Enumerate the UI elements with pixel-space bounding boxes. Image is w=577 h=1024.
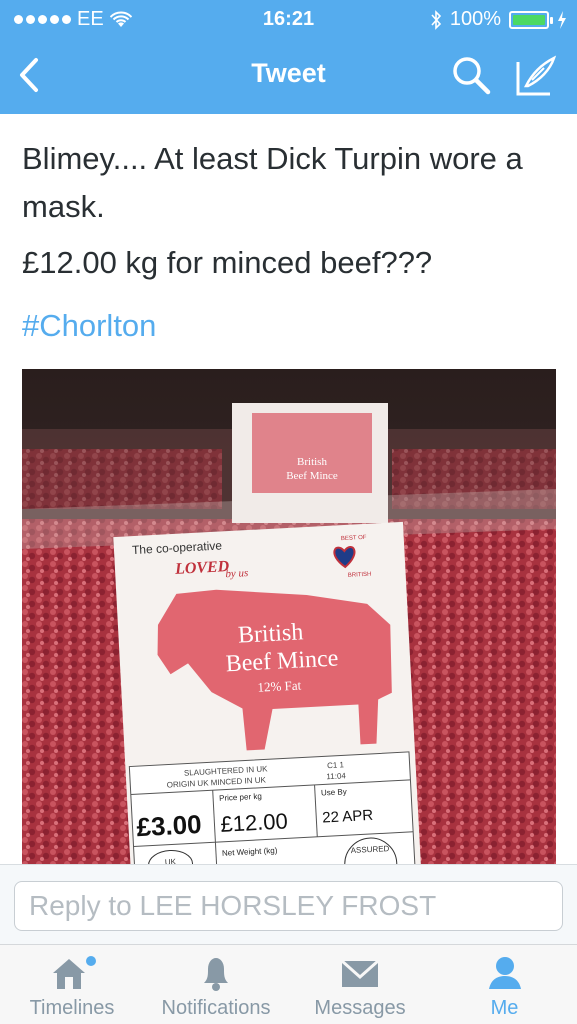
batch-time: 11:04 (326, 771, 346, 781)
header: EE 16:21 100% Tweet (0, 0, 577, 114)
search-icon (453, 57, 491, 95)
use-by-label: Use By (321, 787, 347, 797)
person-icon (488, 957, 521, 989)
back-pack-label: British Beef Mince (232, 403, 388, 523)
price: £3.00 (136, 809, 203, 842)
navigation-bar: Tweet (0, 38, 577, 114)
by-us-text: by us (225, 567, 249, 580)
british-text: BRITISH (348, 572, 372, 579)
bell-icon (204, 958, 228, 991)
envelope-icon (341, 959, 379, 987)
home-icon (53, 956, 96, 989)
tweet-detail-screen: EE 16:21 100% Tweet Blimey.... At least … (0, 0, 577, 1024)
reply-bar (0, 864, 577, 944)
product-name-line-1: British (237, 619, 304, 648)
use-by-date: 22 APR (322, 807, 374, 827)
tweet-photo[interactable]: British Beef Mince The co-operative LOVE… (22, 369, 556, 869)
tab-label: Notifications (161, 997, 271, 1019)
fat-content: 12% Fat (257, 677, 302, 694)
compose-button[interactable] (514, 54, 558, 98)
tab-bar: Timelines Notifications Messages Me (0, 944, 577, 1024)
search-button[interactable] (450, 54, 492, 96)
batch-code: C1 1 (327, 760, 345, 770)
tweet-text: Blimey.... At least Dick Turpin wore a m… (22, 141, 523, 224)
hashtag-link[interactable]: #Chorlton (22, 308, 156, 344)
tab-label: Timelines (29, 997, 115, 1019)
battery-percent: 100% (449, 8, 501, 30)
status-bar: EE 16:21 100% (0, 0, 577, 38)
tab-label: Messages (314, 997, 406, 1019)
tab-notifications[interactable]: Notifications (144, 945, 288, 1024)
tab-label: Me (490, 997, 519, 1019)
tweet-text-line-2: £12.00 kg for minced beef??? (22, 245, 433, 280)
charging-icon (558, 10, 566, 29)
status-bar-right: 100% (430, 8, 567, 31)
tab-timelines[interactable]: Timelines (0, 945, 144, 1024)
back-pack-text-1: British (297, 456, 327, 468)
loved-text: LOVED (174, 558, 230, 578)
battery-icon (509, 10, 553, 29)
reply-input[interactable] (14, 881, 563, 931)
bluetooth-icon (431, 9, 441, 30)
tab-me[interactable]: Me (432, 945, 577, 1024)
back-pack-text-2: Beef Mince (286, 470, 338, 482)
price-per-kg: £12.00 (220, 808, 289, 836)
product-label: The co-operative LOVED by us BEST OF BRI… (113, 521, 422, 869)
compose-icon (516, 55, 557, 96)
tab-messages[interactable]: Messages (288, 945, 432, 1024)
